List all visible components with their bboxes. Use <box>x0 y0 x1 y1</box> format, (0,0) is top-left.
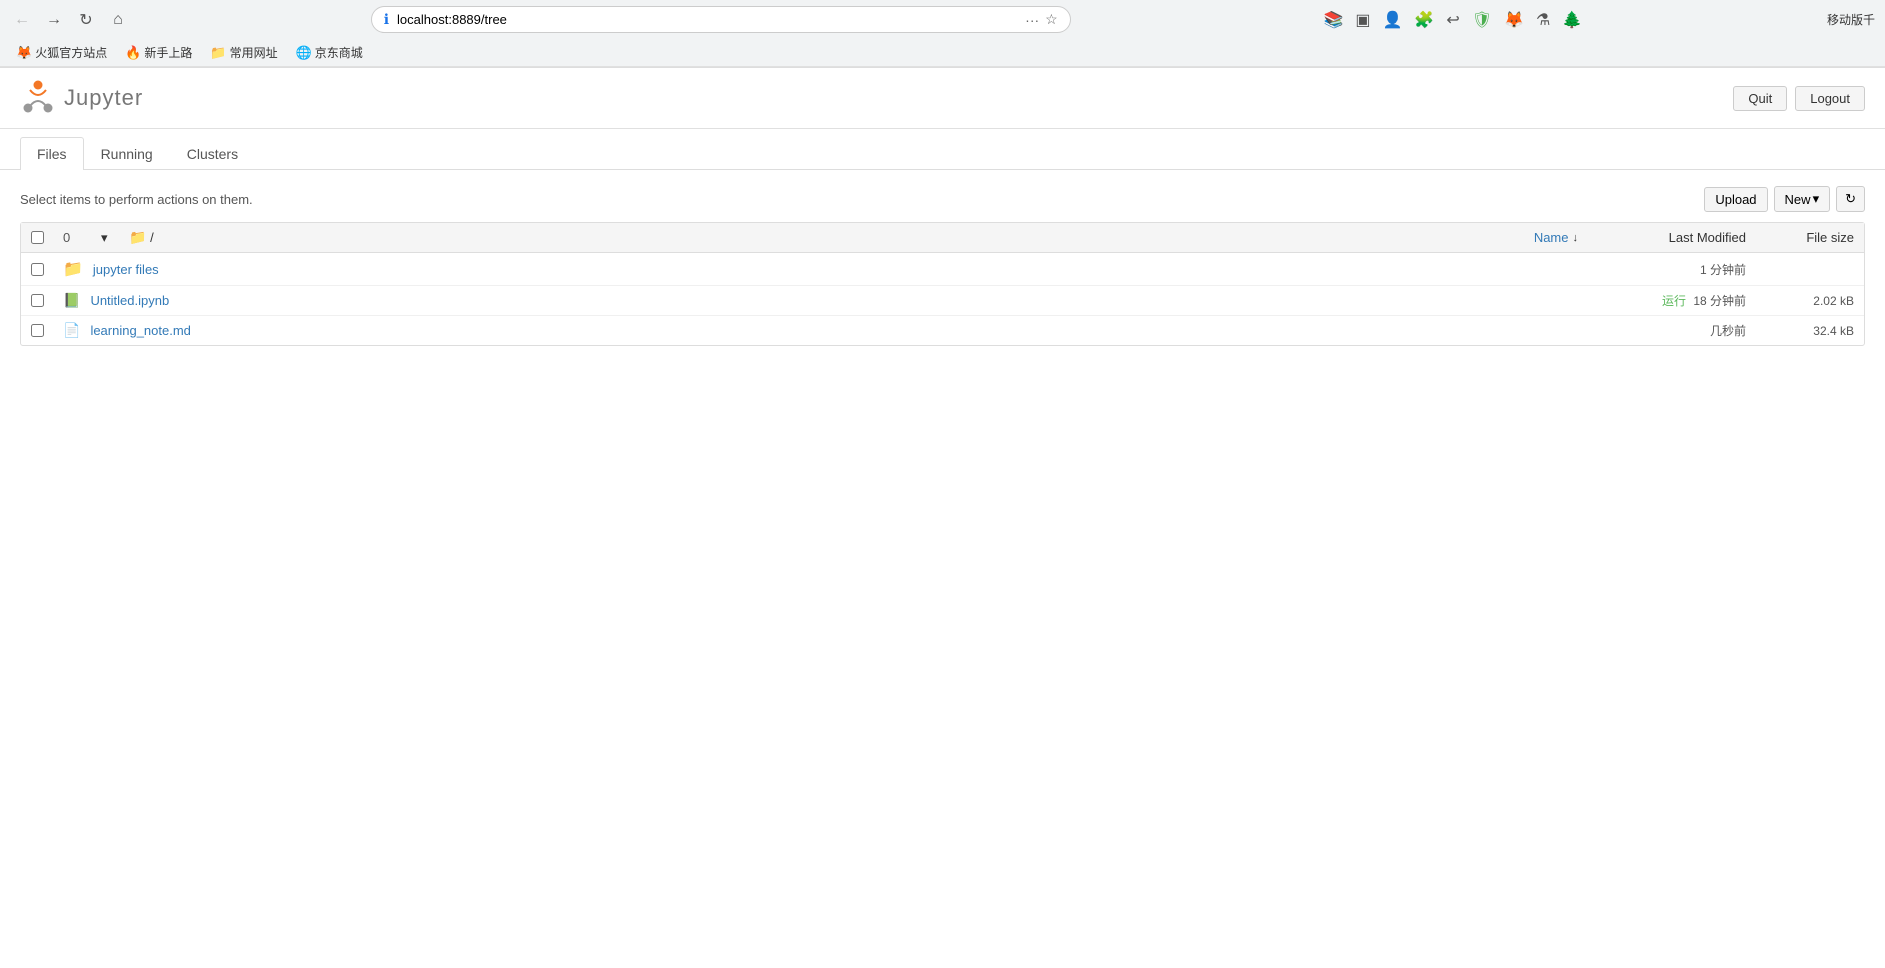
info-icon: ℹ <box>384 11 389 28</box>
bookmark-jingdong-label: 京东商城 <box>315 44 363 61</box>
header-size-col: File size <box>1754 230 1854 245</box>
main-page: Jupyter Quit Logout Files Running Cluste… <box>0 68 1885 968</box>
new-button[interactable]: New ▾ <box>1774 186 1831 212</box>
row1-size: 2.02 kB <box>1754 294 1854 308</box>
header-name-col: Name ↓ <box>1534 230 1578 245</box>
file-name-link-2[interactable]: learning_note.md <box>90 323 190 338</box>
more-tools-icon[interactable]: 🌲 <box>1558 8 1586 32</box>
file-table-header-row: 0 ▾ 📁 / Name ↓ Last Modified File size <box>21 223 1864 253</box>
bookmarks-bar: 🦊 火狐官方站点 🔥 新手上路 📁 常用网址 🌐 京东商城 <box>0 39 1885 67</box>
nav-tabs: Files Running Clusters <box>0 137 1885 170</box>
forward-button[interactable]: → <box>42 8 66 32</box>
row2-size: 32.4 kB <box>1754 324 1854 338</box>
shield-icon[interactable]: 🛡 <box>1468 8 1496 32</box>
size-header-label: File size <box>1806 230 1854 245</box>
upload-button[interactable]: Upload <box>1704 187 1767 212</box>
bookmark-huhu-icon: 🦊 <box>16 45 32 61</box>
file-name-link-0[interactable]: jupyter files <box>93 262 159 277</box>
header-buttons: Quit Logout <box>1733 86 1865 111</box>
folder-icon: 📁 <box>63 259 83 279</box>
row2-checkbox[interactable] <box>31 324 55 337</box>
select-message: Select items to perform actions on them. <box>20 192 253 207</box>
url-input[interactable] <box>397 12 1017 27</box>
address-bar: ℹ ··· ☆ <box>371 6 1071 33</box>
row1-name-cell: 📗 Untitled.ipynb <box>63 292 1578 309</box>
filter-icon[interactable]: ⚗ <box>1532 8 1554 32</box>
row0-checkbox[interactable] <box>31 263 55 276</box>
running-status-badge: 运行 <box>1662 294 1686 308</box>
table-row: 📗 Untitled.ipynb 运行 18 分钟前 2.02 kB <box>21 286 1864 316</box>
browser-right-icons: 📚 ▣ 👤 🧩 ↩ 🛡 🦊 ⚗ 🌲 <box>1319 8 1586 32</box>
name-sort-arrow: ↓ <box>1573 232 1579 244</box>
header-checkbox[interactable] <box>31 231 55 244</box>
row2-name-cell: 📄 learning_note.md <box>63 322 1578 339</box>
header-dropdown-arrow: ▾ <box>101 230 108 245</box>
toolbar-right: Upload New ▾ ↻ <box>1704 186 1865 212</box>
file-name-link-1[interactable]: Untitled.ipynb <box>90 293 169 308</box>
row1-checkbox[interactable] <box>31 294 55 307</box>
row1-modified: 运行 18 分钟前 <box>1586 292 1746 309</box>
file-browser: Select items to perform actions on them.… <box>0 170 1885 362</box>
bookmark-jingdong-icon: 🌐 <box>296 45 312 61</box>
logout-button[interactable]: Logout <box>1795 86 1865 111</box>
file-table: 0 ▾ 📁 / Name ↓ Last Modified File size <box>20 222 1865 346</box>
history-icon[interactable]: ↩ <box>1442 8 1463 32</box>
markdown-icon: 📄 <box>63 322 80 339</box>
jupyter-logo: Jupyter <box>20 80 143 116</box>
header-path: 📁 / <box>129 229 1526 246</box>
extensions-icon[interactable]: 🧩 <box>1410 8 1438 32</box>
header-count: 0 <box>63 230 93 245</box>
table-row: 📁 jupyter files 1 分钟前 <box>21 253 1864 286</box>
bookmark-changyong[interactable]: 📁 常用网址 <box>204 42 283 63</box>
bookmark-changyong-icon: 📁 <box>210 45 226 61</box>
bookmark-huhu[interactable]: 🦊 火狐官方站点 <box>10 42 113 63</box>
tab-files[interactable]: Files <box>20 137 84 170</box>
row1-modified-time: 18 分钟前 <box>1693 294 1746 308</box>
bookmark-xinshang[interactable]: 🔥 新手上路 <box>119 42 198 63</box>
browser-toolbar: ← → ↻ ⌂ ℹ ··· ☆ 📚 ▣ 👤 🧩 ↩ 🛡 🦊 ⚗ 🌲 移动版千 <box>0 0 1885 39</box>
bookmark-huhu-label: 火狐官方站点 <box>35 44 107 61</box>
new-label: New <box>1785 192 1811 207</box>
jupyter-logo-svg <box>20 80 56 116</box>
row2-modified: 几秒前 <box>1586 322 1746 339</box>
jupyter-logo-text: Jupyter <box>64 85 143 111</box>
more-icon[interactable]: ··· <box>1025 12 1039 28</box>
header-modified-col: Last Modified <box>1586 230 1746 245</box>
bookmark-jingdong[interactable]: 🌐 京东商城 <box>290 42 369 63</box>
tab-clusters[interactable]: Clusters <box>170 137 255 170</box>
home-button[interactable]: ⌂ <box>106 8 130 32</box>
header-dropdown[interactable]: ▾ <box>101 230 121 246</box>
row1-check[interactable] <box>31 294 44 307</box>
jupyter-header: Jupyter Quit Logout <box>0 68 1885 129</box>
row0-check[interactable] <box>31 263 44 276</box>
quit-button[interactable]: Quit <box>1733 86 1787 111</box>
new-dropdown-arrow: ▾ <box>1813 191 1820 207</box>
tab-running[interactable]: Running <box>84 137 170 170</box>
reload-button[interactable]: ↻ <box>74 8 98 32</box>
select-all-checkbox[interactable] <box>31 231 44 244</box>
browser-chrome: ← → ↻ ⌂ ℹ ··· ☆ 📚 ▣ 👤 🧩 ↩ 🛡 🦊 ⚗ 🌲 移动版千 <box>0 0 1885 68</box>
back-button[interactable]: ← <box>10 8 34 32</box>
mobile-label: 移动版千 <box>1827 11 1875 28</box>
bookmark-changyong-label: 常用网址 <box>230 44 278 61</box>
row0-name-cell: 📁 jupyter files <box>63 259 1578 279</box>
row2-check[interactable] <box>31 324 44 337</box>
row0-modified: 1 分钟前 <box>1586 261 1746 278</box>
breadcrumb-slash: / <box>150 230 154 245</box>
notebook-icon: 📗 <box>63 292 80 309</box>
table-row: 📄 learning_note.md 几秒前 32.4 kB <box>21 316 1864 345</box>
bookmark-xinshang-label: 新手上路 <box>144 44 192 61</box>
modified-header-label: Last Modified <box>1669 230 1746 245</box>
profile-icon[interactable]: 👤 <box>1378 8 1406 32</box>
bookmark-star-icon[interactable]: ☆ <box>1045 11 1058 28</box>
folder-breadcrumb-icon: 📁 <box>129 229 146 245</box>
tabs-icon[interactable]: ▣ <box>1351 8 1374 32</box>
name-sort-button[interactable]: Name <box>1534 230 1569 245</box>
fox-icon[interactable]: 🦊 <box>1500 8 1528 32</box>
file-browser-header: Select items to perform actions on them.… <box>20 186 1865 212</box>
library-icon[interactable]: 📚 <box>1319 8 1347 32</box>
refresh-button[interactable]: ↻ <box>1836 186 1865 212</box>
bookmark-xinshang-icon: 🔥 <box>125 45 141 61</box>
address-bar-right: ··· ☆ <box>1025 11 1058 28</box>
